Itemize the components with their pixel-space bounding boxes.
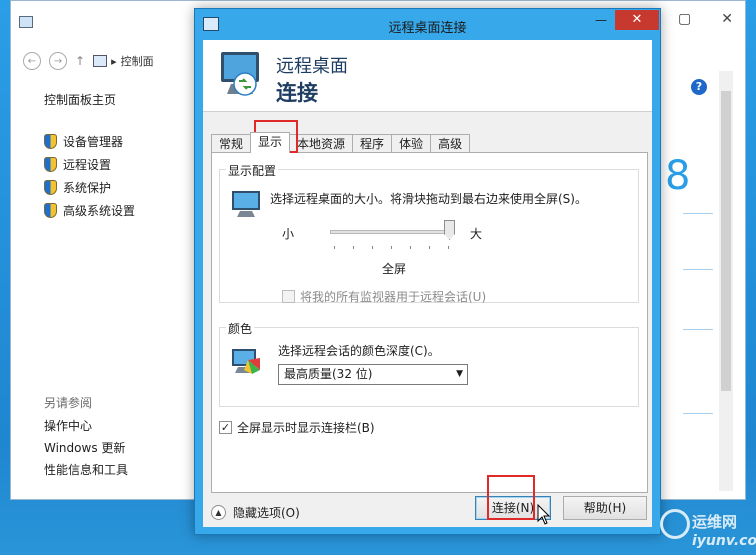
display-description: 选择远程桌面的大小。将滑块拖动到最右边来使用全屏(S)。 [270,192,587,206]
color-depth-value: 最高质量(32 位) [284,367,373,381]
slider-min-label: 小 [282,227,295,241]
close-button[interactable]: ✕ [615,10,659,30]
back-icon[interactable]: ← [23,52,41,70]
group-label: 颜色 [226,320,255,337]
watermark: 运维网 iyunv.com [660,507,756,555]
slider-tick [353,246,354,249]
group-label: 显示配置 [226,162,279,179]
tab-advanced[interactable]: 高级 [430,134,471,153]
see-also-section: 另请参阅 操作中心 Windows 更新 性能信息和工具 [44,394,204,483]
dialog-body: 远程桌面 连接 常规 显示 本地资源 程序 体验 高级 显示配置 选择远程桌面的… [203,40,652,527]
display-config-group: 显示配置 选择远程桌面的大小。将滑块拖动到最右边来使用全屏(S)。 小 大 全屏… [219,162,639,305]
help-icon[interactable]: ? [691,79,707,95]
scrollbar-thumb[interactable] [721,91,731,391]
link-performance-tools[interactable]: 性能信息和工具 [44,461,204,483]
show-connection-bar-checkbox[interactable]: ✓ [219,421,232,434]
display-size-slider[interactable] [330,230,452,234]
remote-desktop-icon [221,52,259,96]
sidebar-item-label: 高级系统设置 [63,204,136,218]
minimize-button[interactable]: — [591,13,611,33]
mouse-cursor-icon [537,504,551,525]
divider [683,413,713,414]
shield-icon [44,180,57,195]
banner-title-line1: 远程桌面 [276,56,348,77]
sidebar-item-advanced-settings[interactable]: 高级系统设置 [44,199,204,222]
maximize-button[interactable]: ▢ [678,11,691,27]
banner-title-line2: 连接 [276,81,318,105]
up-icon[interactable]: ↑ [75,54,85,68]
slider-thumb[interactable] [444,220,455,240]
slider-max-label: 大 [470,227,483,241]
tab-programs[interactable]: 程序 [352,134,393,153]
display-size-value: 全屏 [382,262,407,276]
tab-display[interactable]: 显示 [250,132,291,153]
computer-icon [93,55,108,67]
navigation-bar: ← → ↑ ▸ 控制面 [23,49,154,73]
windows-version-digit: 8 [665,153,691,199]
hide-options-toggle[interactable]: ▲ 隐藏选项(O) [211,504,300,521]
show-connection-bar-option: ✓ 全屏显示时显示连接栏(B) [219,419,375,436]
monitor-icon [232,191,260,217]
multimonitor-checkbox[interactable] [282,290,295,303]
shield-icon [44,203,57,218]
see-also-title: 另请参阅 [44,396,93,410]
hide-options-label: 隐藏选项(O) [233,506,300,520]
slider-tick [448,246,449,249]
divider [683,213,713,214]
control-panel-home-link[interactable]: 控制面板主页 [44,91,204,108]
forward-icon[interactable]: → [49,52,67,70]
divider [683,269,713,270]
color-group: 颜色 选择远程会话的颜色深度(C)。 最高质量(32 位) ▼ [219,320,639,407]
slider-tick [429,246,430,249]
link-action-center[interactable]: 操作中心 [44,417,204,439]
slider-tick [410,246,411,249]
multimonitor-label: 将我的所有监视器用于远程会话(U) [300,290,487,304]
multimonitor-option: 将我的所有监视器用于远程会话(U) [282,288,486,305]
tab-local-resources[interactable]: 本地资源 [289,134,354,153]
system-icon [19,16,33,28]
address-bar[interactable]: ▸ 控制面 [93,53,154,69]
dialog-banner: 远程桌面 连接 [203,40,652,112]
tab-experience[interactable]: 体验 [391,134,432,153]
tab-general[interactable]: 常规 [211,134,252,153]
display-tab-panel: 显示配置 选择远程桌面的大小。将滑块拖动到最右边来使用全屏(S)。 小 大 全屏… [211,152,648,493]
scrollbar[interactable] [719,71,733,491]
slider-tick [334,246,335,249]
shield-icon [44,134,57,149]
shield-icon [44,157,57,172]
color-depth-select[interactable]: 最高质量(32 位) ▼ [278,364,468,385]
help-button[interactable]: 帮助(H) [563,496,647,520]
sidebar-item-label: 远程设置 [63,158,112,172]
address-chevron-icon: ▸ [111,54,117,68]
sidebar-item-label: 设备管理器 [63,135,124,149]
sidebar-item-remote-settings[interactable]: 远程设置 [44,153,204,176]
dialog-titlebar[interactable]: 远程桌面连接 — ✕ [195,9,660,39]
remote-desktop-dialog: 远程桌面连接 — ✕ 远程桌面 连接 常规 显示 本地资源 程序 体验 高级 显… [194,8,661,535]
color-description: 选择远程会话的颜色深度(C)。 [278,344,440,358]
sidebar-item-system-protection[interactable]: 系统保护 [44,176,204,199]
show-connection-bar-label: 全屏显示时显示连接栏(B) [237,421,375,435]
color-palette-icon [232,349,260,374]
control-panel-sidebar: 控制面板主页 设备管理器 远程设置 系统保护 高级系统设置 [44,91,204,222]
tab-strip: 常规 显示 本地资源 程序 体验 高级 [211,132,471,153]
watermark-logo-icon [660,509,690,539]
chevron-down-icon: ▼ [456,369,463,379]
chevron-up-icon: ▲ [211,505,226,520]
sidebar-item-label: 系统保护 [63,181,112,195]
address-text: 控制面 [120,55,154,68]
slider-tick [391,246,392,249]
close-button[interactable]: ✕ [721,11,733,27]
slider-tick [372,246,373,249]
highlight-connect-button [487,475,535,520]
watermark-en: iyunv.com [692,533,756,549]
divider [683,329,713,330]
watermark-cn: 运维网 [692,513,738,531]
link-windows-update[interactable]: Windows 更新 [44,439,204,461]
sidebar-item-device-manager[interactable]: 设备管理器 [44,130,204,153]
